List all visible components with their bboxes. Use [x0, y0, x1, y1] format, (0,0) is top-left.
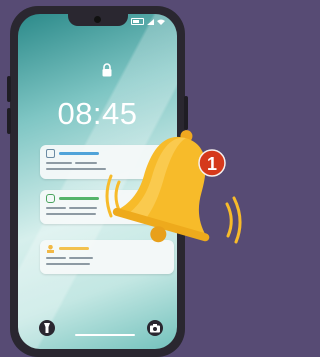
notification-line: [75, 162, 97, 164]
notification-count-badge: 1: [207, 154, 217, 174]
notification-line: [69, 257, 93, 259]
home-indicator[interactable]: [75, 334, 135, 336]
message-icon: [46, 149, 55, 158]
user-icon: [46, 244, 55, 253]
notification-line: [46, 207, 66, 209]
notification-line: [46, 168, 106, 170]
flashlight-button[interactable]: [39, 320, 55, 336]
notification-title: [59, 197, 99, 200]
battery-icon: [131, 18, 144, 25]
notification-line: [46, 162, 72, 164]
notification-title: [59, 247, 89, 250]
notification-line: [69, 207, 97, 209]
camera-icon: [150, 324, 160, 333]
camera-button[interactable]: [147, 320, 163, 336]
signal-icon: [147, 18, 154, 25]
flashlight-icon: [44, 323, 50, 333]
front-camera: [94, 16, 101, 23]
wifi-icon: [157, 19, 165, 25]
notification-title: [59, 152, 99, 155]
lock-icon: [102, 63, 112, 77]
bell-icon: 1: [105, 130, 242, 244]
app-icon: [46, 194, 55, 203]
status-bar: [131, 18, 165, 25]
volume-button-lower[interactable]: [7, 108, 11, 134]
volume-button[interactable]: [7, 76, 11, 102]
notification-line: [46, 213, 96, 215]
notification-line: [46, 263, 90, 265]
notification-line: [46, 257, 66, 259]
